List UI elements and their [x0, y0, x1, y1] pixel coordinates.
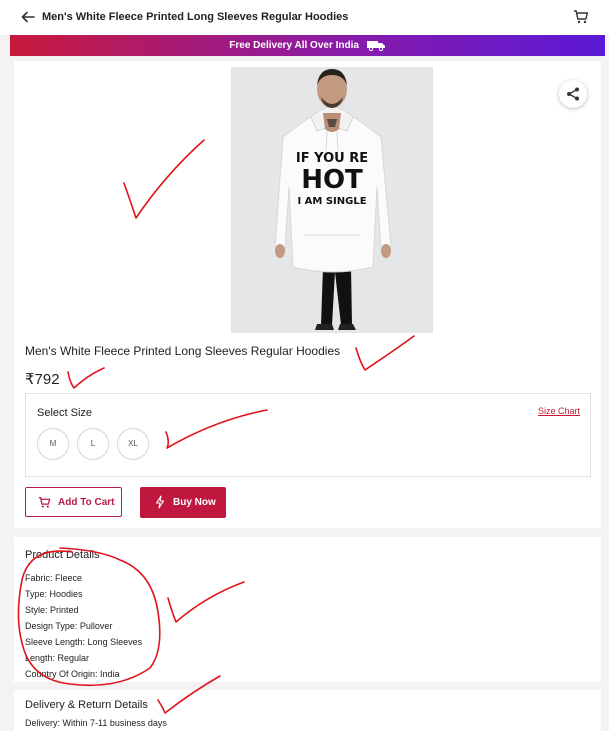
cart-icon[interactable]	[573, 9, 589, 25]
share-icon	[567, 87, 579, 101]
print-line-2: HOT	[301, 165, 363, 195]
buy-now-label: Buy Now	[173, 497, 216, 508]
cart-icon	[38, 496, 51, 508]
promo-text: Free Delivery All Over India	[229, 40, 359, 51]
product-name: Men's White Fleece Printed Long Sleeves …	[25, 344, 341, 358]
detail-row: Fabric: Fleece	[25, 573, 83, 583]
detail-row: Type: Hoodies	[25, 589, 83, 599]
product-image[interactable]: IF YOU RE HOT I AM SINGLE	[231, 67, 433, 333]
detail-row: Design Type: Pullover	[25, 621, 113, 631]
free-delivery-banner: Free Delivery All Over India	[10, 35, 605, 56]
add-to-cart-button[interactable]: Add To Cart	[25, 487, 122, 517]
truck-icon	[366, 41, 385, 52]
add-to-cart-label: Add To Cart	[58, 497, 115, 508]
detail-row: Country Of Origin: India	[25, 669, 120, 679]
size-option-l[interactable]: L	[77, 428, 109, 460]
lightning-icon	[155, 495, 165, 509]
size-chart-link[interactable]: Size Chart	[538, 406, 580, 416]
page-title: Men's White Fleece Printed Long Sleeves …	[42, 11, 349, 23]
print-line-1: IF YOU RE	[295, 151, 369, 166]
detail-row: Length: Regular	[25, 653, 90, 663]
size-option-xl[interactable]: XL	[117, 428, 149, 460]
product-details-heading: Product Details	[25, 549, 100, 561]
buy-now-button[interactable]: Buy Now	[140, 487, 226, 518]
size-selector: Select Size Size Chart M L XL	[25, 393, 591, 477]
product-details-card	[14, 537, 601, 682]
product-price: ₹792	[25, 371, 60, 388]
delivery-line: Delivery: Within 7-11 business days	[25, 718, 167, 728]
print-line-3: I AM SINGLE	[297, 196, 367, 207]
select-size-label: Select Size	[37, 407, 93, 419]
top-bar: Men's White Fleece Printed Long Sleeves …	[0, 0, 609, 35]
detail-row: Sleeve Length: Long Sleeves	[25, 637, 143, 647]
detail-row: Style: Printed	[25, 605, 79, 615]
back-arrow-icon[interactable]	[20, 9, 36, 25]
size-option-m[interactable]: M	[37, 428, 69, 460]
share-button[interactable]	[559, 80, 587, 108]
delivery-heading: Delivery & Return Details	[25, 699, 148, 711]
